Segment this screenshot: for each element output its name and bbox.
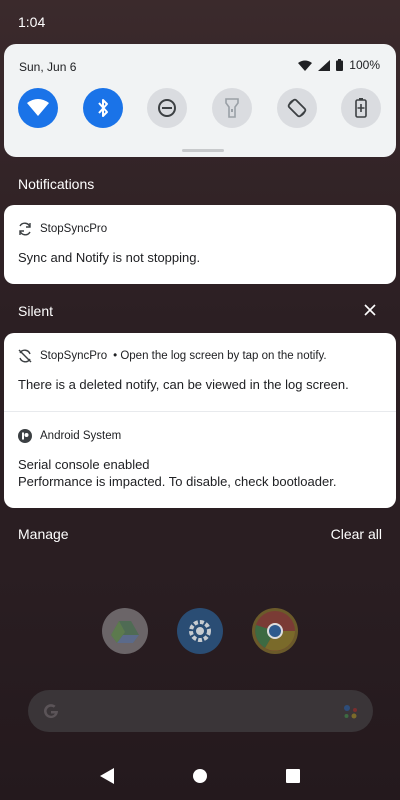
notification-text: Performance is impacted. To disable, che… (18, 474, 337, 489)
recents-icon[interactable] (286, 769, 301, 783)
google-logo-icon (40, 700, 62, 722)
wifi-signal-icon (298, 60, 313, 71)
close-icon[interactable] (364, 304, 376, 316)
notification-header: StopSyncPro (18, 219, 382, 239)
auto-rotate-icon (286, 97, 308, 119)
wifi-icon (27, 99, 49, 117)
notification-title: Serial console enabled (18, 457, 150, 472)
silent-header: Silent (18, 303, 54, 319)
auto-rotate-tile[interactable] (277, 88, 317, 128)
battery-icon (336, 59, 344, 71)
assistant-mic-icon[interactable] (341, 701, 361, 721)
drive-app-icon[interactable] (102, 608, 148, 654)
qs-date[interactable]: Sun, Jun 6 (19, 60, 76, 74)
settings-app-icon[interactable] (177, 608, 223, 654)
bluetooth-tile[interactable] (83, 88, 123, 128)
quick-settings-panel: Sun, Jun 6 100% (4, 44, 396, 157)
manage-button[interactable]: Manage (18, 526, 69, 542)
notification-text: There is a deleted notify, can be viewed… (18, 377, 349, 392)
cell-signal-icon (318, 59, 331, 71)
flashlight-tile[interactable] (212, 88, 252, 128)
navigation-bar (0, 752, 400, 800)
notification-actions-row: Manage Clear all (18, 526, 382, 542)
back-icon[interactable] (99, 768, 114, 784)
dnd-tile[interactable] (147, 88, 187, 128)
status-bar: 1:04 (0, 0, 400, 44)
sync-disabled-icon (18, 349, 32, 363)
notification-text: Sync and Notify is not stopping. (18, 250, 201, 265)
notification-header: StopSyncPro • Open the log screen by tap… (18, 346, 382, 366)
notification-subtext: • Open the log screen by tap on the noti… (113, 350, 327, 362)
notification-app-name: Android System (40, 430, 122, 442)
notification-header: Android System (18, 426, 382, 446)
notification-item[interactable]: StopSyncPro • Open the log screen by tap… (4, 333, 396, 411)
android-system-icon (18, 429, 32, 443)
battery-percent: 100% (349, 58, 380, 72)
notification-card-stopsync[interactable]: StopSyncPro Sync and Notify is not stopp… (4, 205, 396, 284)
clear-all-button[interactable]: Clear all (331, 526, 382, 542)
notification-app-name: StopSyncPro (40, 350, 108, 362)
sync-icon (18, 222, 32, 236)
notifications-header: Notifications (18, 176, 95, 192)
notification-app-name: StopSyncPro (40, 223, 108, 235)
notification-item[interactable]: StopSyncPro Sync and Notify is not stopp… (4, 205, 396, 266)
silent-notifications-card: StopSyncPro • Open the log screen by tap… (4, 333, 396, 508)
battery-saver-icon (355, 98, 367, 118)
flashlight-icon (225, 98, 239, 118)
bluetooth-icon (96, 98, 110, 118)
wifi-tile[interactable] (18, 88, 58, 128)
battery-saver-tile[interactable] (341, 88, 381, 128)
qs-drag-handle[interactable] (182, 149, 224, 152)
do-not-disturb-icon (157, 98, 177, 118)
home-icon[interactable] (192, 769, 207, 783)
qs-status-icons: 100% (298, 58, 380, 72)
notification-item[interactable]: Android System Serial console enabled Pe… (4, 412, 396, 490)
google-search-bar[interactable] (28, 690, 373, 732)
chrome-app-icon[interactable] (252, 608, 298, 654)
status-time: 1:04 (18, 14, 46, 30)
